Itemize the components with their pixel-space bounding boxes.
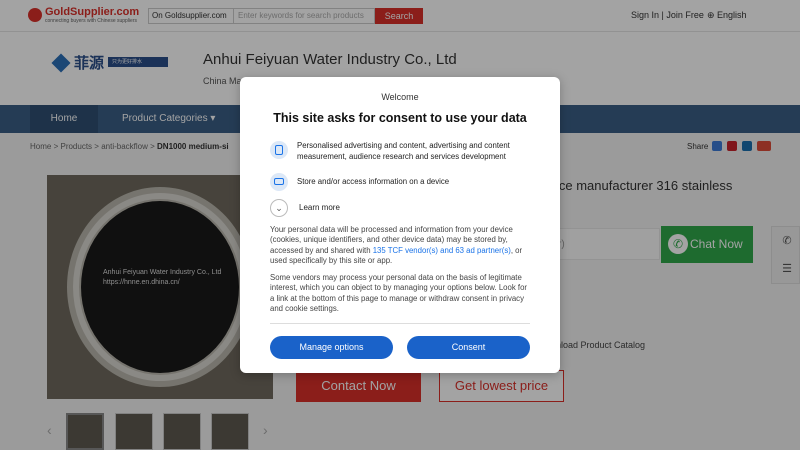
divider [270, 323, 530, 324]
manage-options-button[interactable]: Manage options [270, 336, 393, 359]
consent-purpose-text: Store and/or access information on a dev… [297, 177, 450, 186]
person-icon [270, 141, 288, 159]
consent-purpose-text: Personalised advertising and content, ad… [297, 141, 510, 161]
consent-brand: Welcome [381, 92, 419, 102]
learn-more-toggle[interactable]: Learn more [299, 203, 340, 212]
vendors-link[interactable]: 135 TCF vendor(s) and 63 ad partner(s) [373, 246, 511, 255]
consent-title: This site asks for consent to use your d… [273, 111, 527, 125]
consent-purpose-item: Store and/or access information on a dev… [270, 173, 540, 191]
chevron-down-icon[interactable]: ⌄ [270, 199, 288, 217]
consent-purpose-item: Personalised advertising and content, ad… [270, 141, 540, 169]
device-icon [270, 173, 288, 191]
consent-button[interactable]: Consent [407, 336, 530, 359]
consent-legitimate-interest: Some vendors may process your personal d… [270, 273, 528, 314]
consent-description: Your personal data will be processed and… [270, 225, 532, 267]
consent-dialog: Welcome This site asks for consent to us… [240, 77, 560, 373]
